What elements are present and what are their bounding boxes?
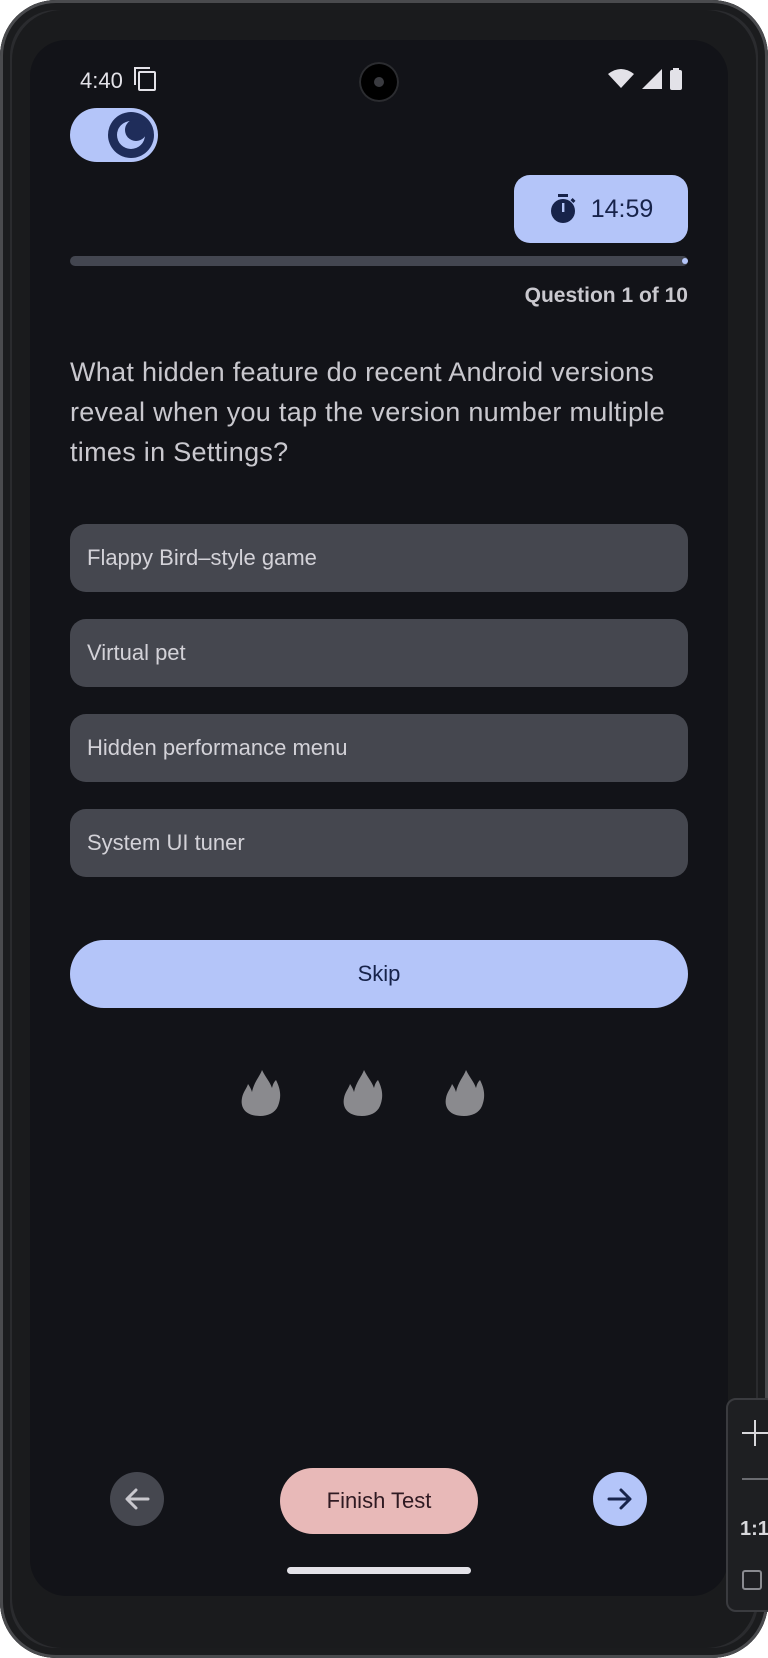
question-counter: Question 1 of 10 [524, 284, 688, 307]
wifi-icon [608, 69, 634, 88]
fit-screen-icon[interactable] [742, 1570, 762, 1590]
finish-test-button[interactable]: Finish Test [280, 1468, 478, 1534]
answer-options: Flappy Bird–style game Virtual pet Hidde… [70, 524, 688, 904]
emulator-zoom-toolbar: 1:1 [726, 1398, 768, 1612]
status-time: 4:40 [80, 68, 123, 93]
stopwatch-icon [550, 194, 576, 223]
streak-indicator [238, 1068, 486, 1118]
question-text: What hidden feature do recent Android ve… [70, 357, 665, 467]
device-frame: 4:40 14:59 Question 1 of 10 What hidden … [0, 0, 768, 1658]
progress-bar [70, 256, 688, 266]
zoom-ratio-button[interactable]: 1:1 [740, 1518, 768, 1541]
front-camera [359, 62, 399, 102]
cellular-signal-icon [642, 69, 662, 89]
moon-icon [117, 119, 147, 149]
gesture-navigation-bar[interactable] [287, 1567, 471, 1574]
sim-card-icon [134, 67, 156, 91]
answer-option[interactable]: Flappy Bird–style game [70, 524, 688, 592]
answer-option[interactable]: Hidden performance menu [70, 714, 688, 782]
dark-mode-toggle[interactable] [70, 108, 158, 162]
skip-button[interactable]: Skip [70, 940, 688, 1008]
status-icons [608, 68, 682, 90]
arrow-right-icon [607, 1488, 632, 1510]
battery-icon [670, 68, 682, 90]
zoom-out-icon[interactable] [742, 1478, 768, 1480]
progress-end-dot [682, 258, 688, 264]
toggle-knob [108, 112, 154, 158]
flame-icon [238, 1068, 282, 1118]
flame-icon [340, 1068, 384, 1118]
timer-chip: 14:59 [514, 175, 688, 243]
zoom-in-icon[interactable] [742, 1420, 768, 1446]
answer-option[interactable]: System UI tuner [70, 809, 688, 877]
answer-option[interactable]: Virtual pet [70, 619, 688, 687]
phone-screen: 4:40 14:59 Question 1 of 10 What hidden … [30, 40, 728, 1596]
timer-value: 14:59 [590, 194, 654, 223]
previous-question-button[interactable] [110, 1472, 164, 1526]
arrow-left-icon [125, 1488, 150, 1510]
flame-icon [442, 1068, 486, 1118]
next-question-button[interactable] [593, 1472, 647, 1526]
